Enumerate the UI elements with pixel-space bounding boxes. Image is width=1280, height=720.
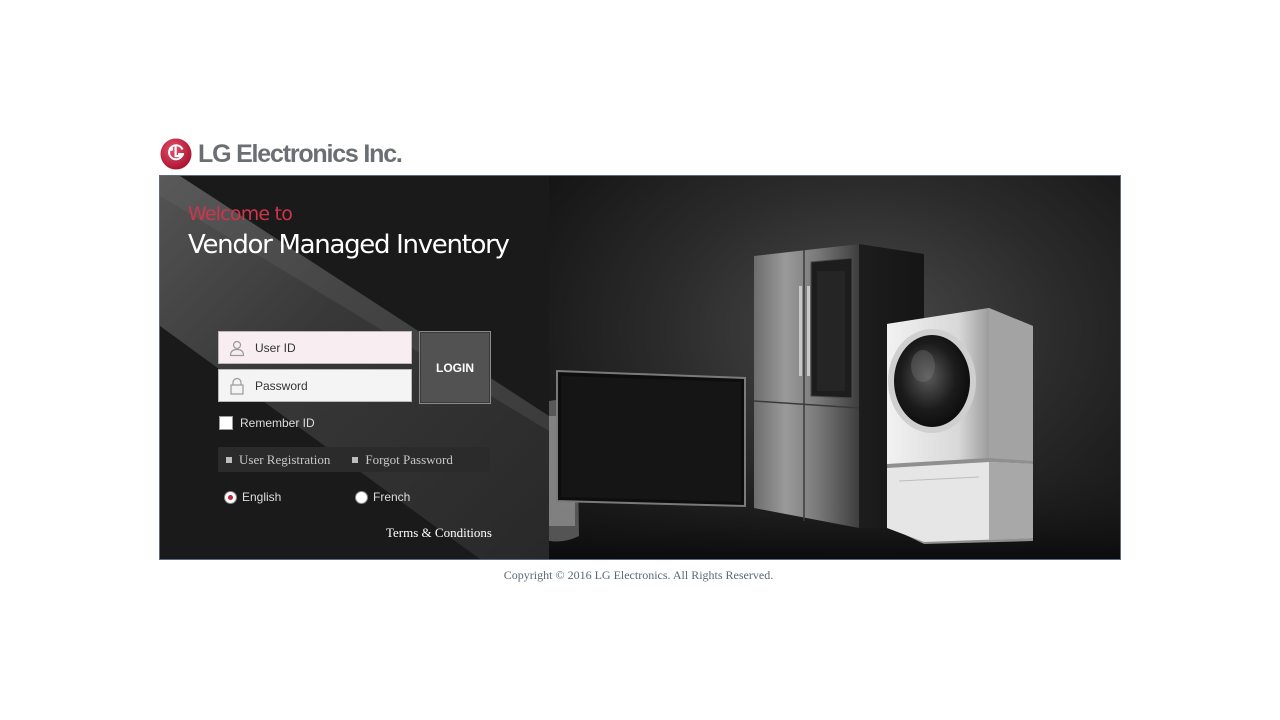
user-icon: [229, 340, 245, 356]
brand-name: LG Electronics Inc.: [198, 140, 403, 168]
lg-logo-icon: [160, 138, 192, 170]
lock-icon: [230, 377, 244, 395]
user-registration-link[interactable]: User Registration: [226, 452, 330, 468]
account-links: User Registration Forgot Password: [218, 447, 490, 472]
forgot-password-label: Forgot Password: [365, 451, 453, 467]
password-input[interactable]: [253, 377, 407, 394]
french-label: French: [373, 490, 411, 504]
hero-image: [549, 176, 1120, 559]
appliances-illustration: [549, 244, 1120, 559]
french-radio[interactable]: [355, 490, 368, 504]
forgot-password-link[interactable]: Forgot Password: [352, 452, 453, 468]
user-registration-label: User Registration: [239, 451, 331, 467]
english-label: English: [242, 490, 282, 504]
app-title: Vendor Managed Inventory: [188, 230, 510, 260]
login-panel: Welcome to Vendor Managed Inventory LOGI…: [160, 176, 549, 559]
copyright-text: Copyright © 2016 LG Electronics. All Rig…: [503, 568, 774, 582]
remember-id-label: Remember ID: [240, 416, 315, 430]
user-id-input[interactable]: [253, 339, 407, 356]
login-button[interactable]: LOGIN: [419, 331, 491, 404]
user-id-field[interactable]: [218, 331, 412, 364]
bullet-icon: [226, 456, 232, 463]
login-frame: Welcome to Vendor Managed Inventory LOGI…: [159, 175, 1121, 560]
language-option-french[interactable]: French: [355, 490, 410, 504]
remember-id[interactable]: Remember ID: [219, 416, 315, 430]
lg-logo: LG Electronics Inc.: [160, 137, 403, 171]
welcome-text: Welcome to: [188, 203, 293, 225]
terms-link[interactable]: Terms & Conditions: [386, 525, 492, 541]
english-radio[interactable]: [224, 490, 237, 504]
remember-id-checkbox[interactable]: [219, 416, 233, 430]
password-field[interactable]: [218, 369, 412, 402]
bullet-icon: [352, 456, 359, 463]
language-option-english[interactable]: English: [224, 490, 281, 504]
